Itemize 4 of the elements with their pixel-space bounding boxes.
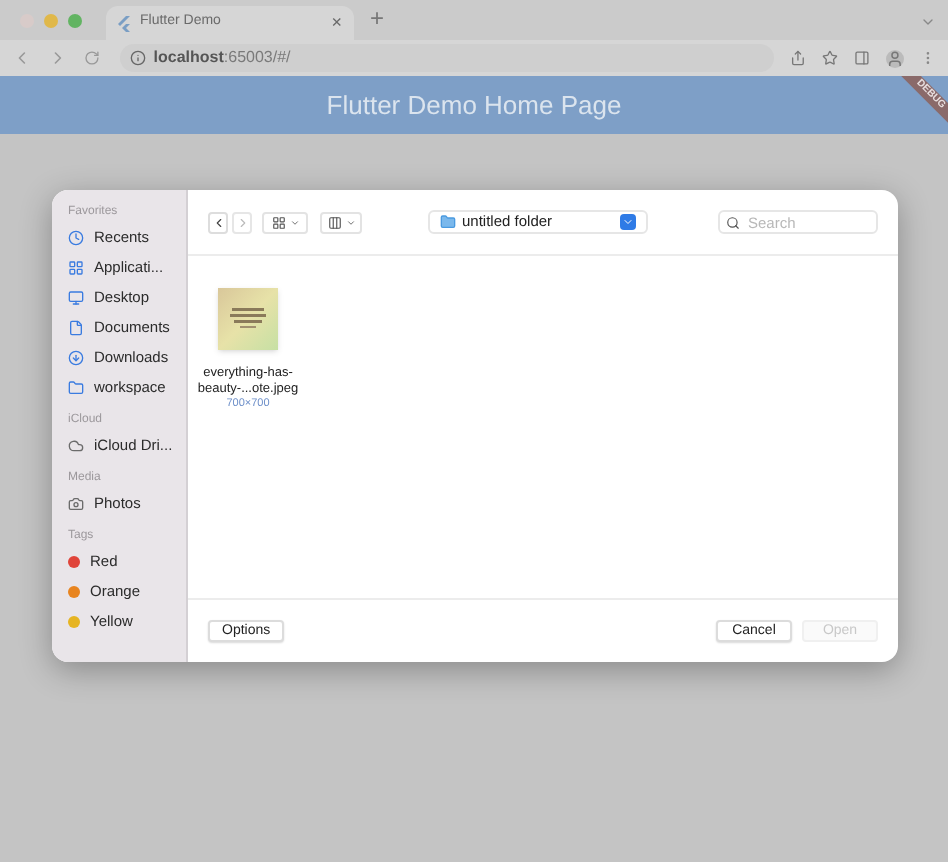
address-field[interactable]: localhost:65003/#/ bbox=[119, 44, 775, 72]
url-text: localhost:65003/#/ bbox=[153, 46, 291, 70]
tab-close-button[interactable]: × bbox=[331, 9, 342, 37]
app-bar-title: Flutter Demo Home Page bbox=[326, 87, 622, 124]
